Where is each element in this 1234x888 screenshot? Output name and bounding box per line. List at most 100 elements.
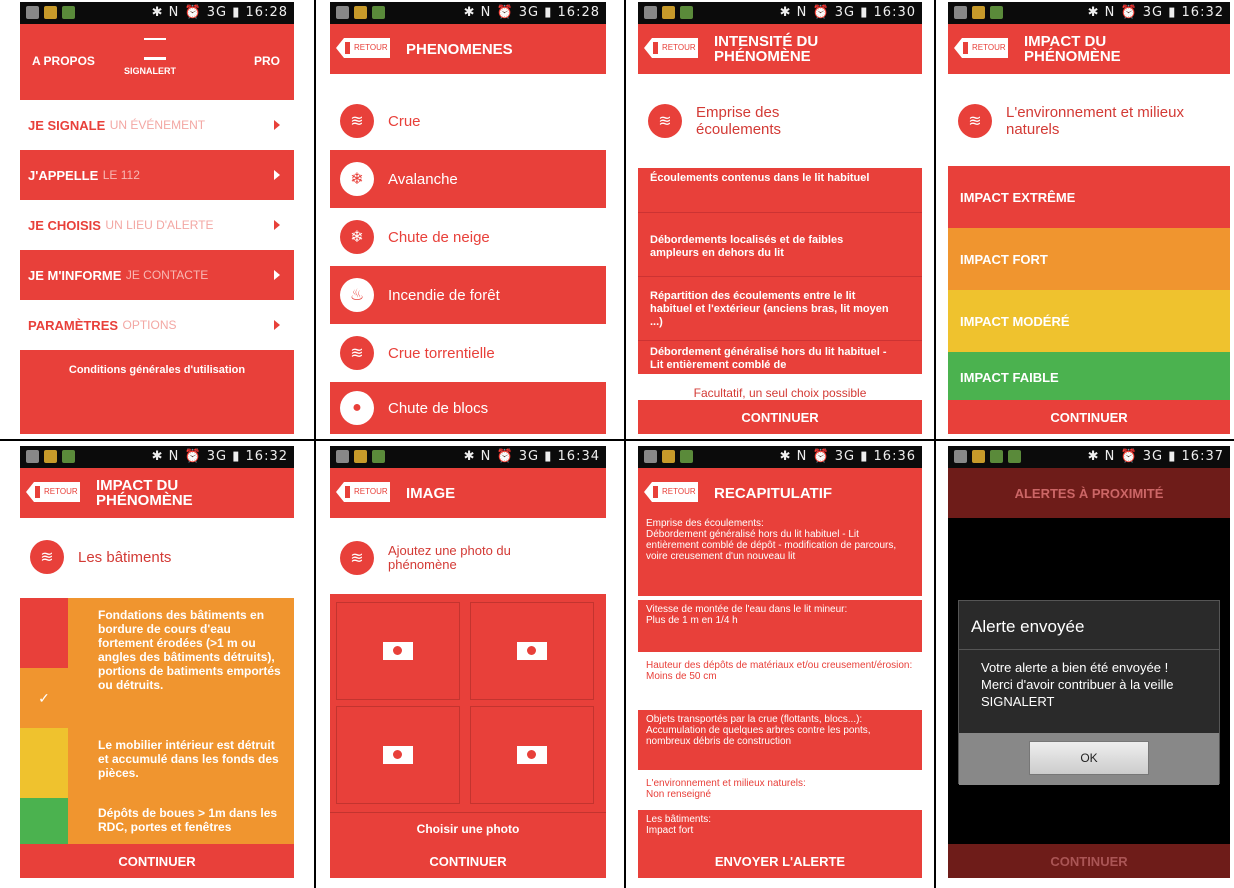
camera-icon — [383, 642, 413, 660]
dialog-footer: OK — [959, 733, 1219, 785]
screen-impact-env: ✱ N ⏰ 3G ▮ 16:32 RETOUR IMPACT DU PHÉNOMÈ… — [948, 2, 1230, 434]
status-bar: ✱ N ⏰ 3G ▮ 16:32 — [948, 2, 1230, 24]
logo-text: SIGNALERT — [124, 66, 177, 76]
flood-icon: ≋ — [30, 540, 64, 574]
phenomenon-item[interactable]: ♨ Incendie de forêt — [330, 266, 606, 324]
camera-icon — [383, 746, 413, 764]
section-title: ≋ Ajoutez une photo du phénomène — [330, 522, 606, 594]
dialog-message: Votre alerte a bien été envoyée ! Merci … — [981, 660, 1174, 709]
divider — [0, 439, 1234, 441]
check-icon: ✓ — [38, 689, 50, 706]
section-title: ≋ Les bâtiments — [20, 522, 294, 592]
rockfall-icon: ● — [340, 391, 374, 425]
menu-item-signale[interactable]: JE SIGNALE UN ÉVÉNEMENT — [20, 100, 294, 150]
impact-level[interactable]: IMPACT MODÉRÉ — [948, 290, 1230, 352]
divider — [314, 0, 316, 888]
back-button[interactable]: RETOUR — [336, 482, 390, 502]
status-bar: ✱ N ⏰ 3G ▮ 16:28 — [20, 2, 294, 24]
status-bar: ✱ N ⏰ 3G ▮ 16:30 — [638, 2, 922, 24]
screen-image: ✱ N ⏰ 3G ▮ 16:34 RETOUR IMAGE ≋ Ajoutez un… — [330, 446, 606, 878]
continue-button[interactable]: CONTINUER — [948, 400, 1230, 434]
phenomenon-item[interactable]: ❄ Avalanche — [330, 150, 606, 208]
header: RETOUR IMPACT DU PHÉNOMÈNE — [20, 468, 294, 518]
level-swatch-extreme[interactable] — [20, 598, 68, 668]
page-title: IMPACT DU PHÉNOMÈNE — [96, 477, 193, 509]
photo-slot[interactable] — [336, 602, 460, 700]
level-swatch-modere[interactable] — [20, 728, 68, 798]
recap-item: Emprise des écoulements: Débordement géné… — [638, 518, 922, 596]
dialog-title: Alerte envoyée — [971, 617, 1085, 636]
continue-button[interactable]: CONTINUER — [948, 844, 1230, 878]
phenomenon-item[interactable]: ≋ Crue torrentielle — [330, 324, 606, 382]
flood-icon: ≋ — [340, 541, 374, 575]
back-button[interactable]: RETOUR — [954, 38, 1008, 58]
impact-level[interactable]: IMPACT FORT — [948, 228, 1230, 290]
menu-item-choisis[interactable]: JE CHOISIS UN LIEU D'ALERTE — [20, 200, 294, 250]
phenomenon-item[interactable]: ● Chute de blocs — [330, 382, 606, 434]
phenomenon-item[interactable]: ❄ Chute de neige — [330, 208, 606, 266]
header: RETOUR RECAPITULATIF — [638, 468, 922, 518]
back-button[interactable]: RETOUR — [644, 38, 698, 58]
menu-item-parametres[interactable]: PARAMÈTRES OPTIONS — [20, 300, 294, 350]
terms-link[interactable]: Conditions générales d'utilisation — [20, 364, 294, 376]
flood-icon: ≋ — [958, 104, 992, 138]
option-item[interactable]: Répartition des écoulements entre le lit… — [650, 290, 890, 329]
camera-icon — [517, 642, 547, 660]
continue-button[interactable]: CONTINUER — [330, 844, 606, 878]
menu-item-informe[interactable]: JE M'INFORME JE CONTACTE — [20, 250, 294, 300]
back-button[interactable]: RETOUR — [644, 482, 698, 502]
home-header: A PROPOS SIGNALERT PRO — [20, 24, 294, 100]
screen-alert-sent: ✱ N ⏰ 3G ▮ 16:37 ALERTES À PROXIMITÉ Ale… — [948, 446, 1230, 878]
status-bar: ✱ N ⏰ 3G ▮ 16:34 — [330, 446, 606, 468]
status-bar: ✱ N ⏰ 3G ▮ 16:28 — [330, 2, 606, 24]
camera-icon — [517, 746, 547, 764]
flood-icon: ≋ — [340, 104, 374, 138]
phenomenon-item[interactable]: ≋ Crue — [330, 92, 606, 150]
recap-list: Emprise des écoulements: Débordement géné… — [638, 518, 922, 844]
torrent-icon: ≋ — [340, 336, 374, 370]
header: RETOUR INTENSITÉ DU PHÉNOMÈNE — [638, 24, 922, 74]
level-description: Fondations des bâtiments en bordure de c… — [98, 608, 281, 692]
status-bar: ✱ N ⏰ 3G ▮ 16:36 — [638, 446, 922, 468]
screen-home: ✱ N ⏰ 3G ▮ 16:28 A PROPOS SIGNALERT PRO … — [20, 2, 294, 434]
photo-slot[interactable] — [336, 706, 460, 804]
page-title: RECAPITULATIF — [714, 484, 833, 502]
pro-link[interactable]: PRO — [254, 54, 280, 68]
back-button[interactable]: RETOUR — [336, 38, 390, 58]
level-description: Dépôts de boues > 1m dans les RDC, porte… — [98, 806, 278, 834]
option-item[interactable]: Débordement généralisé hors du lit habit… — [650, 346, 890, 372]
page-title: INTENSITÉ DU PHÉNOMÈNE — [714, 33, 819, 65]
home-footer: Conditions générales d'utilisation — [20, 350, 294, 434]
photo-grid — [330, 594, 606, 812]
header: RETOUR IMAGE — [330, 468, 606, 518]
impact-level[interactable]: IMPACT FAIBLE — [948, 352, 1230, 402]
level-swatch-faible[interactable] — [20, 798, 68, 844]
choose-photo-button[interactable]: Choisir une photo — [330, 812, 606, 844]
alert-dialog: Alerte envoyée Votre alerte a bien été e… — [958, 600, 1220, 785]
level-swatch-fort[interactable]: ✓ — [20, 668, 68, 728]
recap-item: Vitesse de montée de l'eau dans le lit m… — [638, 600, 922, 652]
back-button[interactable]: RETOUR — [26, 482, 80, 502]
page-title: IMPACT DU PHÉNOMÈNE — [1024, 33, 1121, 65]
nearby-alerts-header: ALERTES À PROXIMITÉ — [948, 468, 1230, 518]
menu-item-appelle[interactable]: J'APPELLE LE 112 — [20, 150, 294, 200]
send-alert-button[interactable]: ENVOYER L'ALERTE — [638, 844, 922, 878]
divider — [624, 0, 626, 888]
photo-slot[interactable] — [470, 706, 594, 804]
fire-icon: ♨ — [340, 278, 374, 312]
level-description: Le mobilier intérieur est détruit et acc… — [98, 738, 279, 780]
arrow-right-icon — [274, 320, 280, 330]
options-list: Écoulements contenus dans le lit habitue… — [638, 168, 922, 374]
continue-button[interactable]: CONTINUER — [20, 844, 294, 878]
recap-item: Les bâtiments: Impact fort — [638, 810, 922, 844]
status-bar: ✱ N ⏰ 3G ▮ 16:32 — [20, 446, 294, 468]
ok-button[interactable]: OK — [1029, 741, 1149, 775]
impact-level[interactable]: IMPACT EXTRÊME — [948, 166, 1230, 228]
arrow-right-icon — [274, 220, 280, 230]
option-item[interactable]: Écoulements contenus dans le lit habitue… — [650, 172, 890, 185]
photo-slot[interactable] — [470, 602, 594, 700]
about-link[interactable]: A PROPOS — [32, 54, 95, 68]
continue-button[interactable]: CONTINUER — [638, 400, 922, 434]
option-item[interactable]: Débordements localisés et de faibles amp… — [650, 234, 890, 260]
screen-intensite: ✱ N ⏰ 3G ▮ 16:30 RETOUR INTENSITÉ DU PHÉN… — [638, 2, 922, 434]
